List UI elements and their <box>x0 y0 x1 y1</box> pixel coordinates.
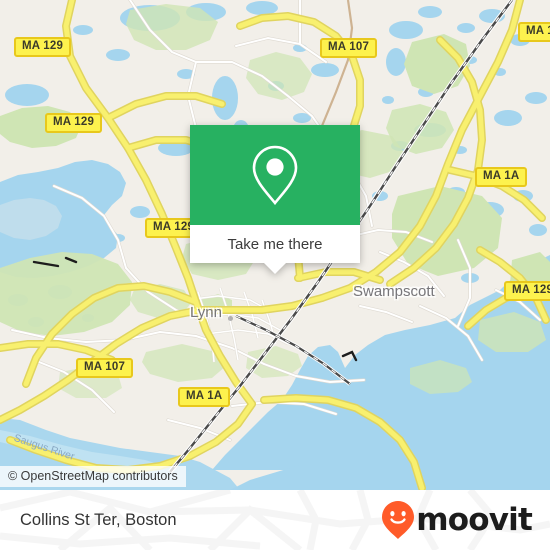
moovit-smiley-pin-icon <box>382 501 415 539</box>
moovit-wordmark: moovit <box>416 501 533 538</box>
callout-action-label: Take me there <box>227 235 323 253</box>
road-shield: MA 107 <box>320 38 378 58</box>
moovit-logo[interactable]: moovit <box>381 490 533 550</box>
road-shield: MA 129 <box>14 37 72 57</box>
road-shield: MA 1A <box>518 22 550 42</box>
road-shield: MA 129 <box>45 113 103 133</box>
location-callout[interactable]: Take me there <box>190 125 360 274</box>
road-shield: MA 107 <box>76 358 134 378</box>
place-label-lynn: Lynn <box>190 304 222 321</box>
road-shield: MA 1A <box>475 167 528 187</box>
footer-bar: Collins St Ter, Boston moovit <box>0 490 550 550</box>
location-pin-icon <box>252 145 298 206</box>
callout-tail <box>264 263 286 274</box>
callout-action[interactable]: Take me there <box>190 225 360 274</box>
road-shield: MA 1A <box>178 387 231 407</box>
callout-pin-area <box>190 125 360 225</box>
road-shield: MA 129 <box>504 281 550 301</box>
map-attribution[interactable]: © OpenStreetMap contributors <box>0 466 186 487</box>
map-screen: MA 129 MA 107 MA 1A MA 129 MA 1A MA 129 … <box>0 0 550 550</box>
place-label-swampscott: Swampscott <box>353 283 435 300</box>
map-canvas[interactable]: MA 129 MA 107 MA 1A MA 129 MA 1A MA 129 … <box>0 0 550 490</box>
city-marker-dot <box>228 316 233 321</box>
page-title: Collins St Ter, Boston <box>20 510 177 529</box>
